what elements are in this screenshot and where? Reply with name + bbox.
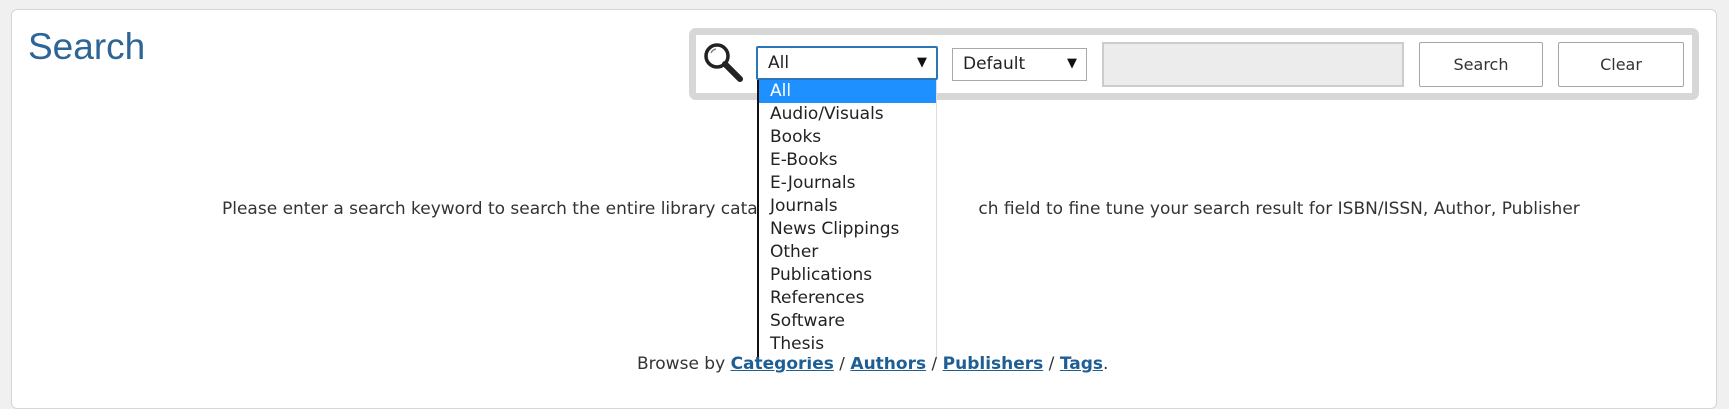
dropdown-option[interactable]: News Clippings	[759, 218, 936, 241]
sort-select-value: Default	[963, 54, 1026, 74]
browse-suffix: .	[1103, 354, 1109, 374]
help-text-tail: ch field to fine tune your search result…	[978, 199, 1580, 219]
search-button[interactable]: Search	[1419, 42, 1543, 87]
browse-categories-link[interactable]: Categories	[731, 354, 834, 374]
sort-select[interactable]: Default ▼	[952, 48, 1087, 81]
dropdown-option[interactable]: E-Journals	[759, 172, 936, 195]
browse-tags-link[interactable]: Tags	[1060, 354, 1103, 374]
separator: /	[833, 354, 851, 374]
triangle-down-icon: ▼	[1067, 56, 1077, 71]
clear-button[interactable]: Clear	[1558, 42, 1684, 87]
dropdown-option[interactable]: Audio/Visuals	[759, 103, 936, 126]
triangle-down-icon: ▼	[917, 55, 927, 70]
dropdown-option[interactable]: Thesis	[759, 333, 936, 356]
separator: /	[1043, 354, 1060, 374]
dropdown-option[interactable]: Software	[759, 310, 936, 333]
browse-publishers-link[interactable]: Publishers	[943, 354, 1044, 374]
type-select-value: All	[768, 53, 790, 73]
dropdown-option[interactable]: Publications	[759, 264, 936, 287]
dropdown-option[interactable]: References	[759, 287, 936, 310]
separator: /	[926, 354, 943, 374]
type-dropdown-list: All Audio/Visuals Books E-Books E-Journa…	[757, 80, 937, 357]
help-text-head: Please enter a search keyword to search …	[222, 199, 801, 219]
dropdown-option[interactable]: Other	[759, 241, 936, 264]
dropdown-option[interactable]: E-Books	[759, 149, 936, 172]
browse-links: Browse by Categories / Authors / Publish…	[637, 354, 1108, 374]
browse-authors-link[interactable]: Authors	[850, 354, 926, 374]
keyword-input[interactable]	[1102, 42, 1404, 87]
magnifier-icon	[704, 43, 743, 82]
browse-prefix: Browse by	[637, 354, 731, 374]
dropdown-option[interactable]: Books	[759, 126, 936, 149]
page-title: Search	[28, 26, 146, 67]
type-select[interactable]: All ▼	[756, 46, 938, 80]
dropdown-option[interactable]: Journals	[759, 195, 936, 218]
dropdown-option[interactable]: All	[759, 80, 936, 103]
